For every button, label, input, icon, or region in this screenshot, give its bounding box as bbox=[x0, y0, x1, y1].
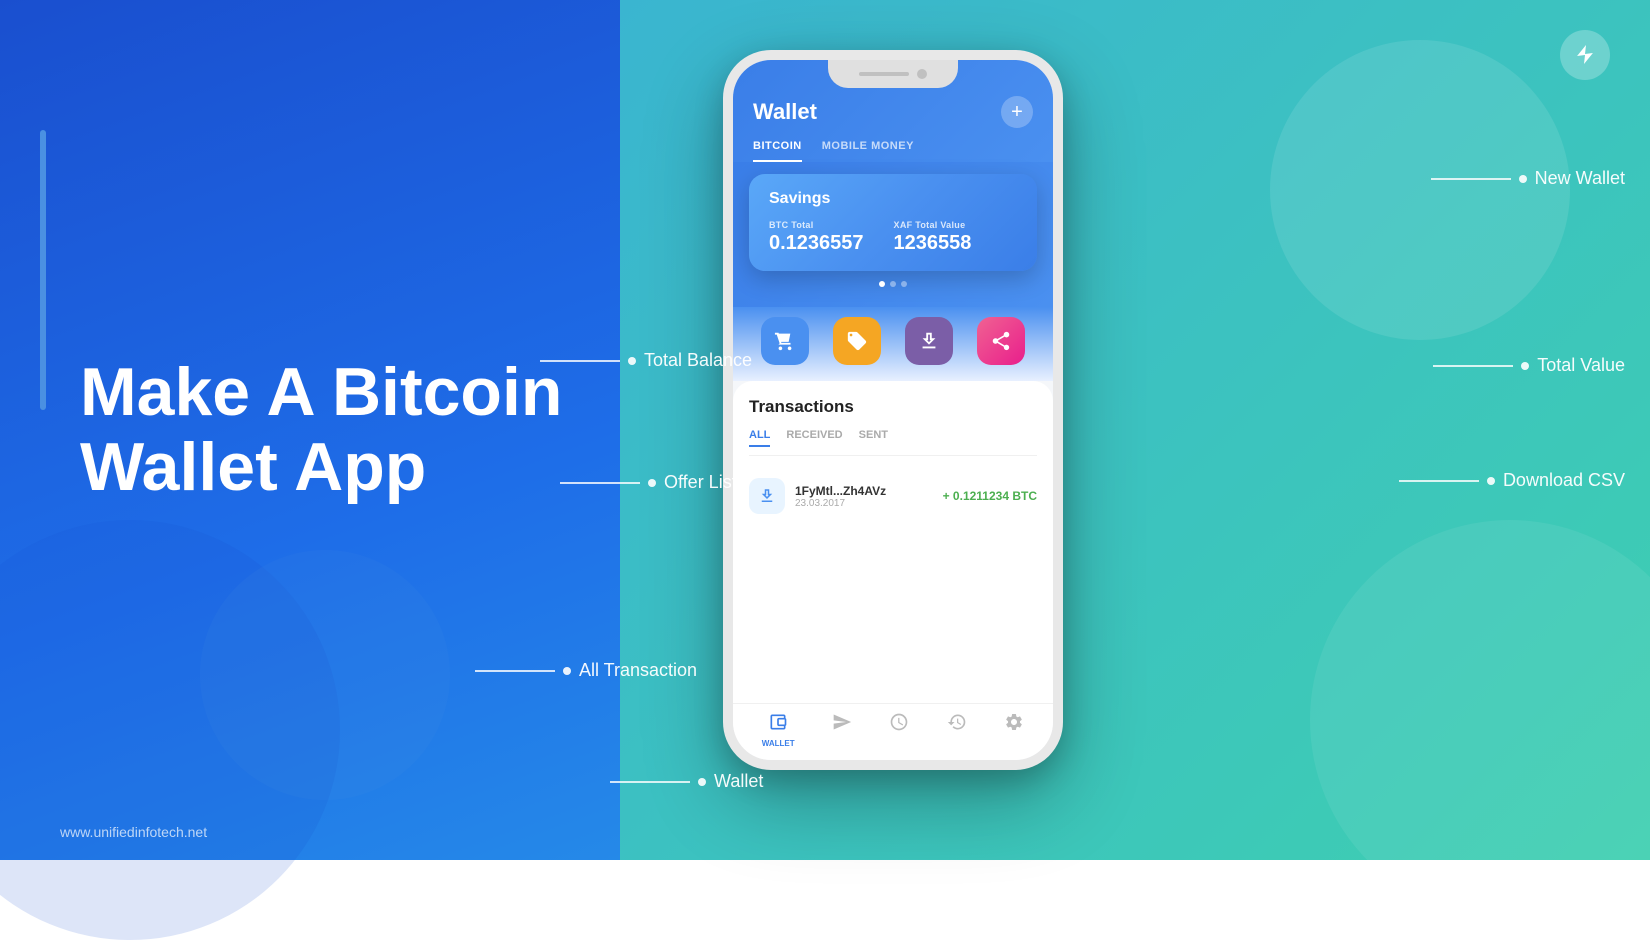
nav-settings[interactable] bbox=[1004, 712, 1024, 748]
wallet-bottom-line bbox=[610, 781, 690, 783]
savings-values: BTC Total 0.1236557 XAF Total Value 1236… bbox=[769, 220, 1017, 255]
transaction-tabs: ALL RECEIVED SENT bbox=[749, 429, 1037, 456]
left-section: Make A Bitcoin Wallet App www.unifiedinf… bbox=[0, 0, 620, 860]
send-nav-icon bbox=[832, 712, 852, 737]
savings-card: Savings BTC Total 0.1236557 XAF Total Va… bbox=[749, 174, 1037, 271]
annotation-download-csv: Download CSV bbox=[1399, 470, 1625, 491]
wallet-bottom-label: Wallet bbox=[714, 771, 763, 792]
annotation-all-transaction: All Transaction bbox=[475, 660, 697, 681]
download-csv-dot bbox=[1487, 477, 1495, 485]
transactions-title: Transactions bbox=[749, 397, 1037, 417]
xaf-label: XAF Total Value bbox=[894, 220, 972, 230]
offer-list-label: Offer List bbox=[664, 472, 737, 493]
add-wallet-button[interactable]: + bbox=[1001, 96, 1033, 128]
btc-label: BTC Total bbox=[769, 220, 864, 230]
clock-nav-icon bbox=[889, 712, 909, 737]
xaf-value: 1236558 bbox=[894, 232, 972, 254]
brand-icon bbox=[1560, 30, 1610, 80]
all-transaction-dot bbox=[563, 667, 571, 675]
total-value-line bbox=[1433, 365, 1513, 367]
annotation-wallet: Wallet bbox=[610, 771, 763, 792]
bottom-navigation: WALLET bbox=[733, 703, 1053, 760]
total-value-label: Total Value bbox=[1537, 355, 1625, 376]
tab-received[interactable]: RECEIVED bbox=[786, 429, 842, 447]
tab-bitcoin[interactable]: BITCOIN bbox=[753, 140, 802, 162]
offer-list-button[interactable] bbox=[761, 317, 809, 365]
download-csv-label: Download CSV bbox=[1503, 470, 1625, 491]
wallet-bottom-dot bbox=[698, 778, 706, 786]
dot-3 bbox=[901, 281, 907, 287]
tx-date: 23.03.2017 bbox=[795, 498, 933, 509]
nav-history[interactable] bbox=[947, 712, 967, 748]
annotation-new-wallet: New Wallet bbox=[1431, 168, 1625, 189]
history-nav-icon bbox=[947, 712, 967, 737]
phone-notch bbox=[828, 60, 958, 88]
circle-decoration-br bbox=[1310, 520, 1650, 920]
wallet-nav-label: WALLET bbox=[762, 739, 795, 748]
tx-info: 1FyMtl...Zh4AVz 23.03.2017 bbox=[795, 484, 933, 509]
nav-clock[interactable] bbox=[889, 712, 909, 748]
notch-bar bbox=[859, 72, 909, 76]
card-section: Savings BTC Total 0.1236557 XAF Total Va… bbox=[733, 162, 1053, 307]
total-balance-label: Total Balance bbox=[644, 350, 752, 371]
phone-screen: Wallet + BITCOIN MOBILE MONEY Savings BT… bbox=[733, 60, 1053, 760]
header-row: Wallet + bbox=[753, 96, 1033, 128]
transactions-section: Transactions ALL RECEIVED SENT 1FyMtl...… bbox=[733, 381, 1053, 703]
wallet-tabs: BITCOIN MOBILE MONEY bbox=[753, 140, 1033, 162]
offer-list-line bbox=[560, 482, 640, 484]
new-wallet-line bbox=[1431, 178, 1511, 180]
notch-camera bbox=[917, 69, 927, 79]
receive-button[interactable] bbox=[905, 317, 953, 365]
btc-value: 0.1236557 bbox=[769, 232, 864, 254]
savings-title: Savings bbox=[769, 190, 1017, 208]
dot-1 bbox=[879, 281, 885, 287]
settings-nav-icon bbox=[1004, 712, 1024, 737]
card-pagination-dots bbox=[749, 281, 1037, 287]
annotation-total-balance: Total Balance bbox=[540, 350, 752, 371]
nav-send[interactable] bbox=[832, 712, 852, 748]
download-csv-line bbox=[1399, 480, 1479, 482]
nav-wallet[interactable]: WALLET bbox=[762, 712, 795, 748]
total-balance-dot bbox=[628, 357, 636, 365]
tx-amount: + 0.1211234 BTC bbox=[943, 489, 1037, 503]
tab-all[interactable]: ALL bbox=[749, 429, 770, 447]
offer-list-dot bbox=[648, 479, 656, 487]
tag-button[interactable] bbox=[833, 317, 881, 365]
annotation-offer-list: Offer List bbox=[560, 472, 737, 493]
circle-decoration-2 bbox=[200, 550, 450, 800]
tx-icon bbox=[749, 478, 785, 514]
circle-decoration-tr bbox=[1270, 40, 1570, 340]
main-title: Make A Bitcoin Wallet App bbox=[80, 355, 620, 505]
total-value-dot bbox=[1521, 362, 1529, 370]
phone-shell: Wallet + BITCOIN MOBILE MONEY Savings BT… bbox=[723, 50, 1063, 770]
new-wallet-dot bbox=[1519, 175, 1527, 183]
btc-total-col: BTC Total 0.1236557 bbox=[769, 220, 864, 255]
actions-section bbox=[733, 307, 1053, 381]
tx-address: 1FyMtl...Zh4AVz bbox=[795, 484, 933, 498]
all-transaction-line bbox=[475, 670, 555, 672]
annotation-total-value: Total Value bbox=[1433, 355, 1625, 376]
app-header-title: Wallet bbox=[753, 99, 817, 125]
tab-sent[interactable]: SENT bbox=[859, 429, 888, 447]
left-border-decoration bbox=[40, 130, 46, 410]
dot-2 bbox=[890, 281, 896, 287]
total-balance-line bbox=[540, 360, 620, 362]
new-wallet-label: New Wallet bbox=[1535, 168, 1625, 189]
website-label: www.unifiedinfotech.net bbox=[60, 824, 207, 840]
tab-mobile-money[interactable]: MOBILE MONEY bbox=[822, 140, 914, 162]
wallet-nav-icon bbox=[768, 712, 788, 737]
share-button[interactable] bbox=[977, 317, 1025, 365]
xaf-total-col: XAF Total Value 1236558 bbox=[894, 220, 972, 255]
transaction-item: 1FyMtl...Zh4AVz 23.03.2017 + 0.1211234 B… bbox=[749, 470, 1037, 522]
phone-mockup: Wallet + BITCOIN MOBILE MONEY Savings BT… bbox=[723, 50, 1063, 770]
all-transaction-label: All Transaction bbox=[579, 660, 697, 681]
